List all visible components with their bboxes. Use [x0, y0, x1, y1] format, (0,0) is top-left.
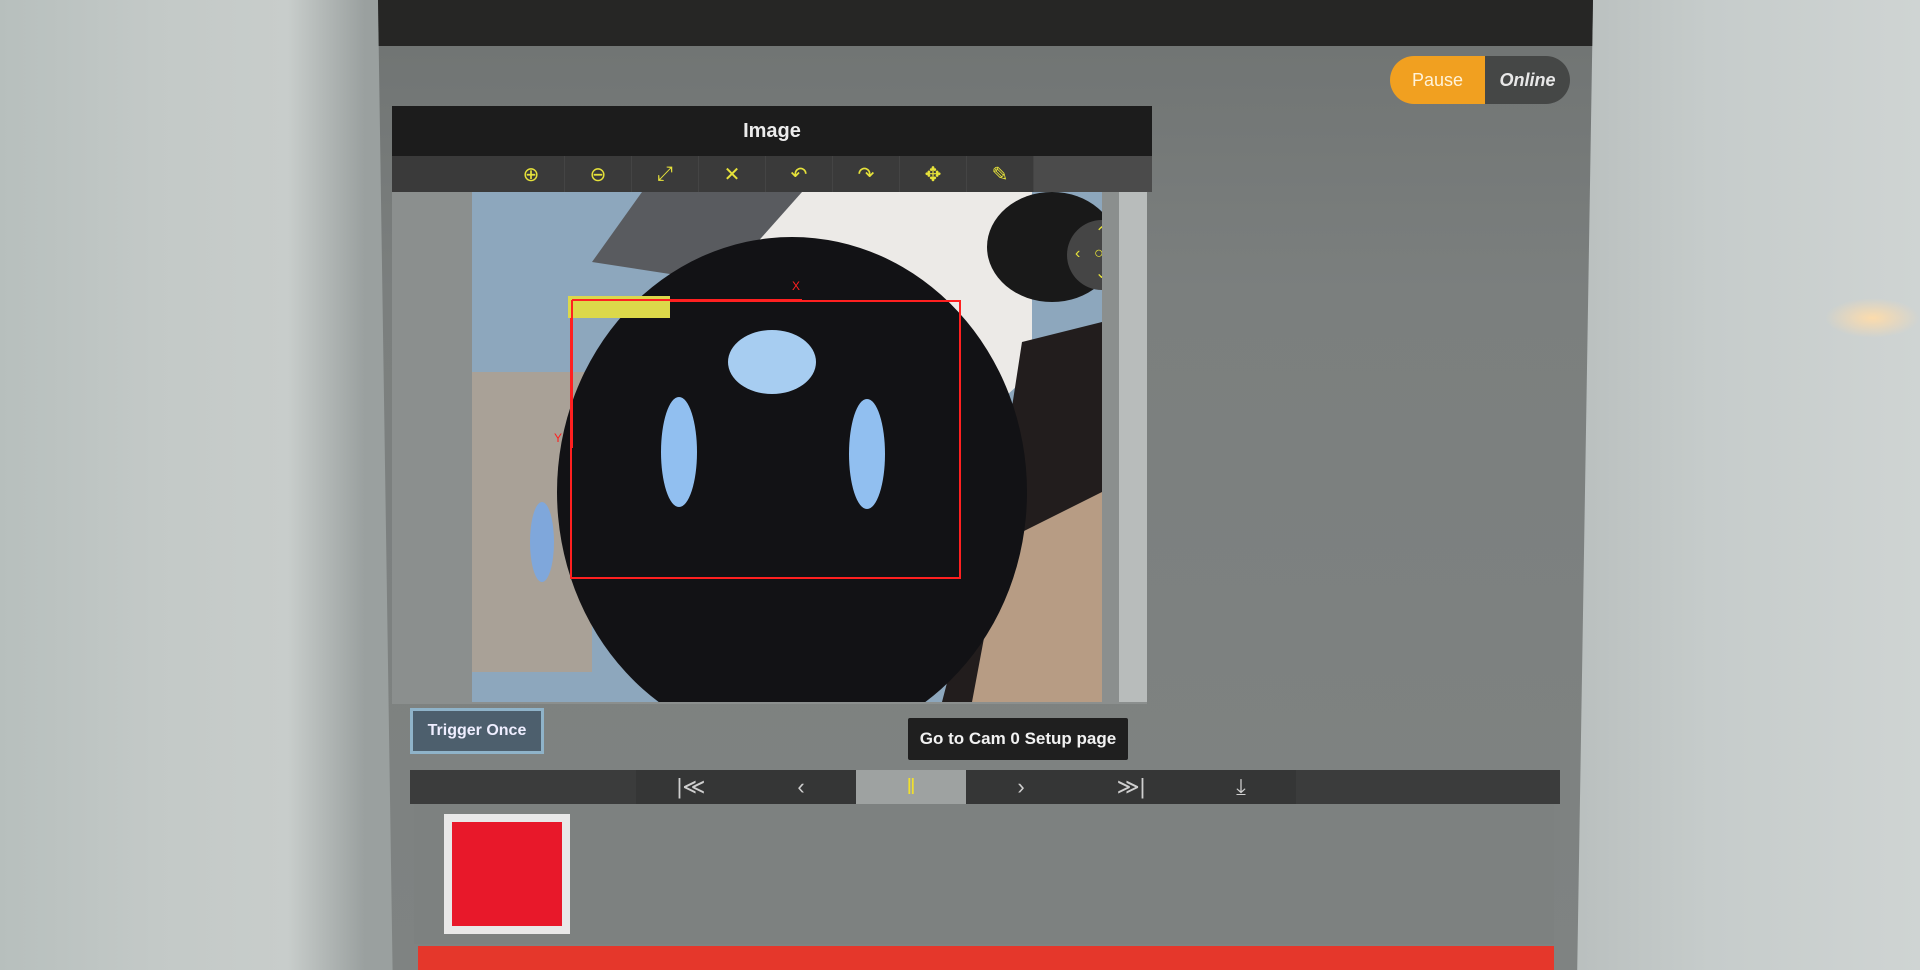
result-panel [414, 804, 1554, 944]
nav-center-icon[interactable]: ○ [1094, 246, 1102, 262]
previous-frame-icon[interactable]: ‹ [746, 770, 856, 804]
fit-screen-icon[interactable]: ✕ [699, 156, 766, 192]
svg-text:Y: Y [554, 431, 562, 445]
pause-mode-button[interactable]: Pause [1390, 56, 1485, 104]
zoom-in-icon[interactable]: ⊕ [498, 156, 565, 192]
pause-icon[interactable]: ‖ [856, 770, 966, 804]
cam-setup-button[interactable]: Go to Cam 0 Setup page [908, 718, 1128, 760]
download-icon[interactable]: ⤓ [1186, 770, 1296, 804]
image-toolbar: ⊕ ⊖ ⤢ ✕ ↶ ↷ ✥ ✎ [392, 156, 1152, 192]
nav-down-icon[interactable]: ⌄ [1095, 266, 1102, 282]
playback-bar: |≪ ‹ ‖ › ≫| ⤓ [410, 770, 1560, 804]
rotate-right-icon[interactable]: ↷ [833, 156, 900, 192]
top-bar [378, 0, 1593, 46]
first-frame-icon[interactable]: |≪ [636, 770, 746, 804]
viewer-scrollbar[interactable] [1119, 192, 1147, 702]
result-color-fill [452, 822, 562, 926]
pan-icon[interactable]: ✥ [900, 156, 967, 192]
rotate-left-icon[interactable]: ↶ [766, 156, 833, 192]
status-bar [418, 946, 1554, 970]
fit-diagonal-icon[interactable]: ⤢ [632, 156, 699, 192]
monitor-bezel [1570, 0, 1920, 970]
camera-image[interactable]: X Y ⌃ ‹ ○ › ⌄ [472, 192, 1102, 702]
result-indicator [444, 814, 570, 934]
last-frame-icon[interactable]: ≫| [1076, 770, 1186, 804]
nav-up-icon[interactable]: ⌃ [1095, 226, 1102, 242]
zoom-out-icon[interactable]: ⊖ [565, 156, 632, 192]
image-panel-title: Image [392, 106, 1152, 156]
trigger-once-button[interactable]: Trigger Once [410, 708, 544, 754]
svg-text:X: X [792, 279, 800, 293]
picker-icon[interactable]: ✎ [967, 156, 1034, 192]
mode-toggle[interactable]: Pause Online [1390, 56, 1570, 104]
light-reflection [1825, 298, 1920, 338]
online-mode-button[interactable]: Online [1485, 56, 1570, 104]
roi-axes: X Y [554, 279, 802, 448]
hmi-screen: Pause Online Image ⊕ ⊖ ⤢ ✕ ↶ ↷ ✥ ✎ X Y ⌃… [378, 0, 1593, 970]
nav-left-icon[interactable]: ‹ [1075, 246, 1080, 262]
next-frame-icon[interactable]: › [966, 770, 1076, 804]
image-viewer: X Y ⌃ ‹ ○ › ⌄ [392, 192, 1147, 704]
